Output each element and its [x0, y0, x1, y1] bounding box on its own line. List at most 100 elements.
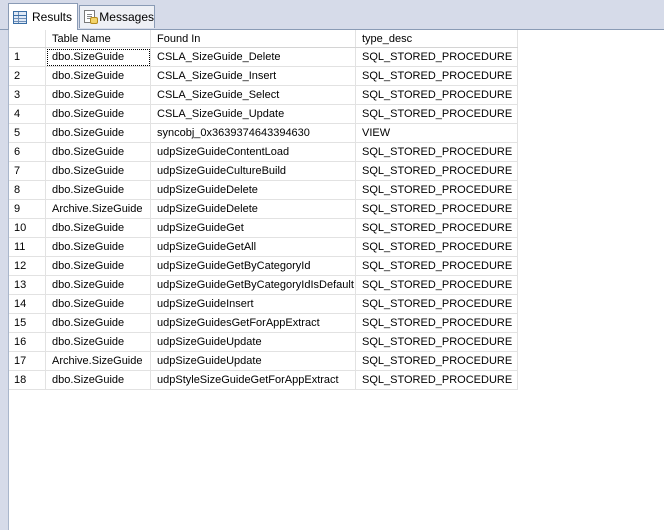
- found-in-cell[interactable]: udpSizeGuideCultureBuild: [150, 161, 356, 181]
- table-name-cell[interactable]: dbo.SizeGuide: [45, 180, 151, 200]
- table-name-cell[interactable]: dbo.SizeGuide: [45, 370, 151, 390]
- table-row[interactable]: 1 dbo.SizeGuide CSLA_SizeGuide_Delete SQL_S…: [9, 47, 518, 67]
- type-desc-cell[interactable]: SQL_STORED_PROCEDURE: [355, 294, 518, 314]
- type-desc-cell[interactable]: SQL_STORED_PROCEDURE: [355, 66, 518, 86]
- row-number-cell[interactable]: 16: [9, 332, 46, 352]
- results-pane: Results Messages Table Name Found In typ…: [0, 0, 664, 530]
- row-number-cell[interactable]: 17: [9, 351, 46, 371]
- type-desc-cell[interactable]: SQL_STORED_PROCEDURE: [355, 275, 518, 295]
- row-number-cell[interactable]: 13: [9, 275, 46, 295]
- table-name-cell[interactable]: dbo.SizeGuide: [45, 142, 151, 162]
- found-in-cell[interactable]: udpSizeGuideInsert: [150, 294, 356, 314]
- found-in-cell[interactable]: udpSizeGuideGet: [150, 218, 356, 238]
- type-desc-cell[interactable]: SQL_STORED_PROCEDURE: [355, 199, 518, 219]
- column-header-type-desc[interactable]: type_desc: [355, 30, 518, 48]
- table-name-cell[interactable]: dbo.SizeGuide: [45, 85, 151, 105]
- row-number-cell[interactable]: 12: [9, 256, 46, 276]
- found-in-cell[interactable]: udpSizeGuideContentLoad: [150, 142, 356, 162]
- table-row[interactable]: 6 dbo.SizeGuide udpSizeGuideContentLoad SQL…: [9, 142, 518, 162]
- table-name-cell[interactable]: dbo.SizeGuide: [45, 275, 151, 295]
- table-row[interactable]: 17 Archive.SizeGuide udpSizeGuideUpdate SQL…: [9, 351, 518, 371]
- found-in-cell[interactable]: udpStyleSizeGuideGetForAppExtract: [150, 370, 356, 390]
- table-row[interactable]: 8 dbo.SizeGuide udpSizeGuideDelete SQL_STOR…: [9, 180, 518, 200]
- row-number-cell[interactable]: 15: [9, 313, 46, 333]
- table-row[interactable]: 16 dbo.SizeGuide udpSizeGuideUpdate SQL_STO…: [9, 332, 518, 352]
- table-name-cell[interactable]: dbo.SizeGuide: [45, 161, 151, 181]
- found-in-cell[interactable]: udpSizeGuideDelete: [150, 199, 356, 219]
- found-in-cell[interactable]: syncobj_0x3639374643394630: [150, 123, 356, 143]
- row-number-cell[interactable]: 4: [9, 104, 46, 124]
- table-name-cell[interactable]: Archive.SizeGuide: [45, 199, 151, 219]
- found-in-cell[interactable]: CSLA_SizeGuide_Delete: [150, 47, 356, 67]
- table-row[interactable]: 9 Archive.SizeGuide udpSizeGuideDelete SQL_…: [9, 199, 518, 219]
- table-name-cell[interactable]: dbo.SizeGuide: [45, 218, 151, 238]
- type-desc-cell[interactable]: VIEW: [355, 123, 518, 143]
- grid-header-row: Table Name Found In type_desc: [9, 30, 518, 48]
- table-row[interactable]: 13 dbo.SizeGuide udpSizeGuideGetByCategory…: [9, 275, 518, 295]
- found-in-cell[interactable]: udpSizeGuideGetByCategoryIdIsDefault: [150, 275, 356, 295]
- table-name-cell[interactable]: dbo.SizeGuide: [45, 104, 151, 124]
- row-number-cell[interactable]: 1: [9, 47, 46, 67]
- type-desc-cell[interactable]: SQL_STORED_PROCEDURE: [355, 180, 518, 200]
- row-number-header[interactable]: [9, 30, 46, 48]
- type-desc-cell[interactable]: SQL_STORED_PROCEDURE: [355, 332, 518, 352]
- type-desc-cell[interactable]: SQL_STORED_PROCEDURE: [355, 47, 518, 67]
- row-number-cell[interactable]: 6: [9, 142, 46, 162]
- table-row[interactable]: 15 dbo.SizeGuide udpSizeGuidesGetForAppExt…: [9, 313, 518, 333]
- type-desc-cell[interactable]: SQL_STORED_PROCEDURE: [355, 142, 518, 162]
- tab-messages[interactable]: Messages: [79, 5, 155, 28]
- table-row[interactable]: 2 dbo.SizeGuide CSLA_SizeGuide_Insert SQL_S…: [9, 66, 518, 86]
- type-desc-cell[interactable]: SQL_STORED_PROCEDURE: [355, 218, 518, 238]
- row-number-cell[interactable]: 5: [9, 123, 46, 143]
- found-in-cell[interactable]: udpSizeGuideUpdate: [150, 351, 356, 371]
- type-desc-cell[interactable]: SQL_STORED_PROCEDURE: [355, 313, 518, 333]
- found-in-cell[interactable]: CSLA_SizeGuide_Insert: [150, 66, 356, 86]
- row-number-cell[interactable]: 7: [9, 161, 46, 181]
- grid-body: 1 dbo.SizeGuide CSLA_SizeGuide_Delete SQL_S…: [9, 47, 518, 390]
- row-number-cell[interactable]: 9: [9, 199, 46, 219]
- table-row[interactable]: 18 dbo.SizeGuide udpStyleSizeGuideGetForAp…: [9, 370, 518, 390]
- row-number-cell[interactable]: 18: [9, 370, 46, 390]
- table-name-cell[interactable]: dbo.SizeGuide: [45, 123, 151, 143]
- row-number-cell[interactable]: 3: [9, 85, 46, 105]
- type-desc-cell[interactable]: SQL_STORED_PROCEDURE: [355, 161, 518, 181]
- table-row[interactable]: 14 dbo.SizeGuide udpSizeGuideInsert SQL_STO…: [9, 294, 518, 314]
- table-name-cell[interactable]: dbo.SizeGuide: [45, 237, 151, 257]
- row-number-cell[interactable]: 10: [9, 218, 46, 238]
- column-header-table-name[interactable]: Table Name: [45, 30, 151, 48]
- table-name-cell[interactable]: dbo.SizeGuide: [45, 66, 151, 86]
- row-number-cell[interactable]: 11: [9, 237, 46, 257]
- type-desc-cell[interactable]: SQL_STORED_PROCEDURE: [355, 256, 518, 276]
- type-desc-cell[interactable]: SQL_STORED_PROCEDURE: [355, 85, 518, 105]
- table-name-cell[interactable]: dbo.SizeGuide: [45, 313, 151, 333]
- tab-messages-label: Messages: [99, 10, 154, 24]
- found-in-cell[interactable]: udpSizeGuidesGetForAppExtract: [150, 313, 356, 333]
- table-row[interactable]: 3 dbo.SizeGuide CSLA_SizeGuide_Select SQL_S…: [9, 85, 518, 105]
- table-row[interactable]: 4 dbo.SizeGuide CSLA_SizeGuide_Update SQL_S…: [9, 104, 518, 124]
- table-row[interactable]: 12 dbo.SizeGuide udpSizeGuideGetByCategory…: [9, 256, 518, 276]
- table-name-cell[interactable]: dbo.SizeGuide: [45, 332, 151, 352]
- row-number-cell[interactable]: 14: [9, 294, 46, 314]
- table-name-cell[interactable]: Archive.SizeGuide: [45, 351, 151, 371]
- tab-results[interactable]: Results: [8, 3, 78, 30]
- table-row[interactable]: 10 dbo.SizeGuide udpSizeGuideGet SQL_STORED…: [9, 218, 518, 238]
- row-number-cell[interactable]: 8: [9, 180, 46, 200]
- type-desc-cell[interactable]: SQL_STORED_PROCEDURE: [355, 237, 518, 257]
- table-row[interactable]: 11 dbo.SizeGuide udpSizeGuideGetAll SQL_STO…: [9, 237, 518, 257]
- table-name-cell[interactable]: dbo.SizeGuide: [45, 47, 151, 67]
- found-in-cell[interactable]: udpSizeGuideGetByCategoryId: [150, 256, 356, 276]
- table-name-cell[interactable]: dbo.SizeGuide: [45, 294, 151, 314]
- found-in-cell[interactable]: udpSizeGuideDelete: [150, 180, 356, 200]
- type-desc-cell[interactable]: SQL_STORED_PROCEDURE: [355, 370, 518, 390]
- found-in-cell[interactable]: CSLA_SizeGuide_Select: [150, 85, 356, 105]
- column-header-found-in[interactable]: Found In: [150, 30, 356, 48]
- row-number-cell[interactable]: 2: [9, 66, 46, 86]
- table-row[interactable]: 5 dbo.SizeGuide syncobj_0x3639374643394630…: [9, 123, 518, 143]
- type-desc-cell[interactable]: SQL_STORED_PROCEDURE: [355, 104, 518, 124]
- type-desc-cell[interactable]: SQL_STORED_PROCEDURE: [355, 351, 518, 371]
- table-row[interactable]: 7 dbo.SizeGuide udpSizeGuideCultureBuild SQ…: [9, 161, 518, 181]
- table-name-cell[interactable]: dbo.SizeGuide: [45, 256, 151, 276]
- found-in-cell[interactable]: udpSizeGuideGetAll: [150, 237, 356, 257]
- found-in-cell[interactable]: udpSizeGuideUpdate: [150, 332, 356, 352]
- found-in-cell[interactable]: CSLA_SizeGuide_Update: [150, 104, 356, 124]
